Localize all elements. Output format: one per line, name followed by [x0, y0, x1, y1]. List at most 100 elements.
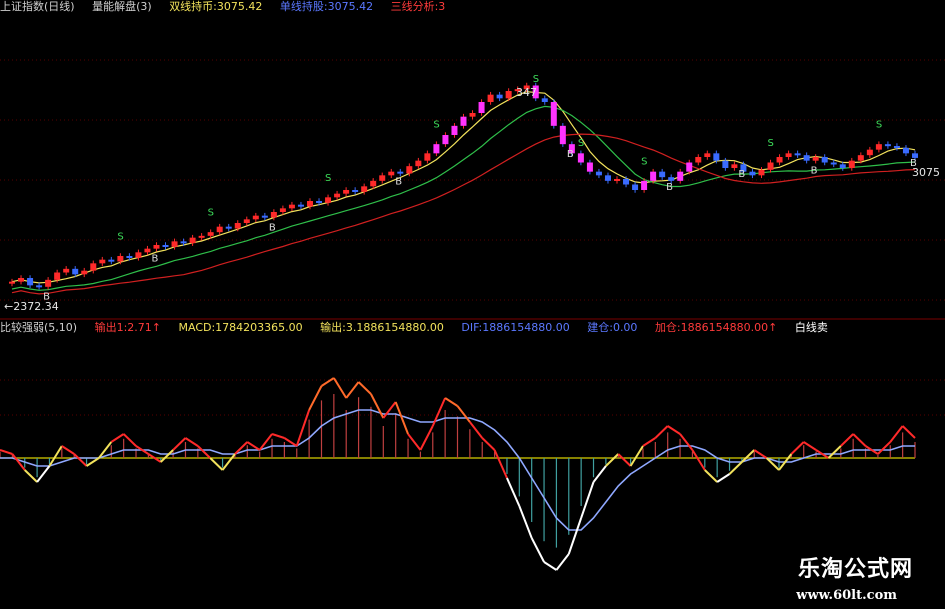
- macd-segment-53: [654, 425, 669, 439]
- candle-body-54: [496, 94, 503, 99]
- candle-body-23: [216, 226, 223, 233]
- macd-segment-41: [506, 477, 521, 507]
- candle-body-86: [785, 153, 792, 157]
- macd-segment-30: [370, 393, 385, 419]
- candle-body-64: [586, 162, 593, 172]
- candle-body-97: [884, 144, 891, 147]
- macd-segment-51: [629, 445, 644, 467]
- candle-body-36: [334, 193, 341, 198]
- macd-segment-2: [24, 469, 38, 483]
- candle-body-45: [415, 160, 422, 167]
- candle-body-93: [848, 160, 855, 168]
- macd-segment-42: [518, 505, 533, 539]
- candle-body-70: [641, 180, 648, 190]
- macd-segment-16: [197, 445, 211, 459]
- candle-body-92: [839, 164, 846, 168]
- candle-body-7: [72, 268, 79, 275]
- macd-segment-33: [407, 433, 422, 451]
- candle-body-85: [776, 157, 783, 163]
- candle-body-21: [198, 235, 205, 238]
- candle-body-10: [99, 259, 106, 264]
- signal-b-1: B: [151, 254, 158, 265]
- candle-body-72: [659, 171, 666, 178]
- macd-segment-57: [704, 469, 718, 483]
- macd-segment-39: [481, 437, 496, 451]
- signal-s-8: S: [876, 120, 882, 131]
- signal-s-0: S: [117, 232, 123, 243]
- macd-segment-68: [840, 433, 854, 447]
- candle-body-20: [189, 237, 196, 244]
- candle-body-3: [36, 285, 43, 288]
- high-price-label: 347: [516, 86, 537, 99]
- candle-body-16: [153, 245, 160, 249]
- candle-body-74: [677, 171, 684, 181]
- candle-body-37: [343, 190, 350, 194]
- candle-body-95: [866, 149, 873, 156]
- candle-body-22: [207, 232, 214, 236]
- candle-body-78: [713, 153, 720, 161]
- macd-segment-7: [86, 457, 100, 467]
- macd-segment-24: [295, 409, 311, 447]
- candle-body-1: [18, 278, 25, 282]
- macd-segment-54: [667, 425, 681, 435]
- candle-body-65: [595, 171, 602, 176]
- candle-body-9: [90, 263, 97, 271]
- candle-body-55: [505, 91, 512, 99]
- candle-body-40: [370, 180, 377, 187]
- candle-body-63: [577, 153, 584, 163]
- candle-body-68: [623, 179, 630, 185]
- macd-segment-27: [333, 377, 348, 399]
- candle-body-80: [731, 164, 738, 168]
- candle-body-82: [749, 171, 756, 176]
- candle-body-75: [686, 162, 693, 172]
- candle-body-29: [270, 212, 277, 218]
- candle-body-77: [704, 153, 711, 157]
- candle-body-31: [288, 204, 295, 209]
- macd-segment-50: [617, 453, 632, 467]
- candle-body-89: [812, 157, 819, 161]
- macd-segment-40: [493, 449, 508, 479]
- low-price-label: ←2372.34: [4, 300, 59, 313]
- macd-segment-56: [691, 449, 706, 471]
- macd-segment-23: [283, 437, 298, 447]
- last-price-label: 3075: [912, 166, 940, 179]
- candle-body-25: [234, 223, 241, 229]
- candle-body-43: [397, 171, 404, 174]
- candle-body-13: [126, 256, 133, 258]
- candle-body-67: [614, 179, 621, 181]
- macd-segment-10: [122, 433, 137, 447]
- signal-s-4: S: [533, 74, 539, 85]
- candle-body-41: [379, 175, 386, 181]
- candle-body-44: [406, 166, 413, 174]
- signal-s-7: S: [768, 138, 774, 149]
- macd-segment-49: [605, 453, 619, 467]
- macd-segment-25: [308, 385, 323, 411]
- candle-body-4: [45, 279, 52, 287]
- signal-s-3: S: [433, 120, 439, 131]
- candle-body-88: [803, 155, 810, 161]
- watermark-url: www.60lt.com: [796, 588, 897, 603]
- macd-segment-72: [889, 425, 904, 443]
- candle-body-94: [857, 155, 864, 161]
- macd-segment-44: [543, 561, 557, 571]
- macd-segment-5: [61, 445, 75, 455]
- candle-body-27: [252, 215, 259, 220]
- candle-body-84: [767, 162, 774, 170]
- macd-segment-34: [419, 425, 434, 451]
- candle-body-79: [722, 160, 729, 168]
- signal-s-1: S: [208, 208, 214, 219]
- candle-body-18: [171, 241, 178, 247]
- candle-body-53: [487, 94, 494, 102]
- macd-segment-26: [320, 377, 335, 387]
- candle-body-76: [695, 157, 702, 163]
- macd-segment-73: [901, 425, 916, 439]
- candle-body-66: [604, 175, 611, 181]
- macd-segment-61: [753, 449, 768, 459]
- candle-body-48: [442, 135, 449, 145]
- candle-body-17: [162, 245, 169, 247]
- signal-s-9: S: [930, 0, 936, 3]
- signal-s-2: S: [325, 173, 331, 184]
- macd-segment-31: [382, 401, 397, 419]
- macd-segment-3: [36, 465, 51, 483]
- candle-body-5: [54, 272, 61, 280]
